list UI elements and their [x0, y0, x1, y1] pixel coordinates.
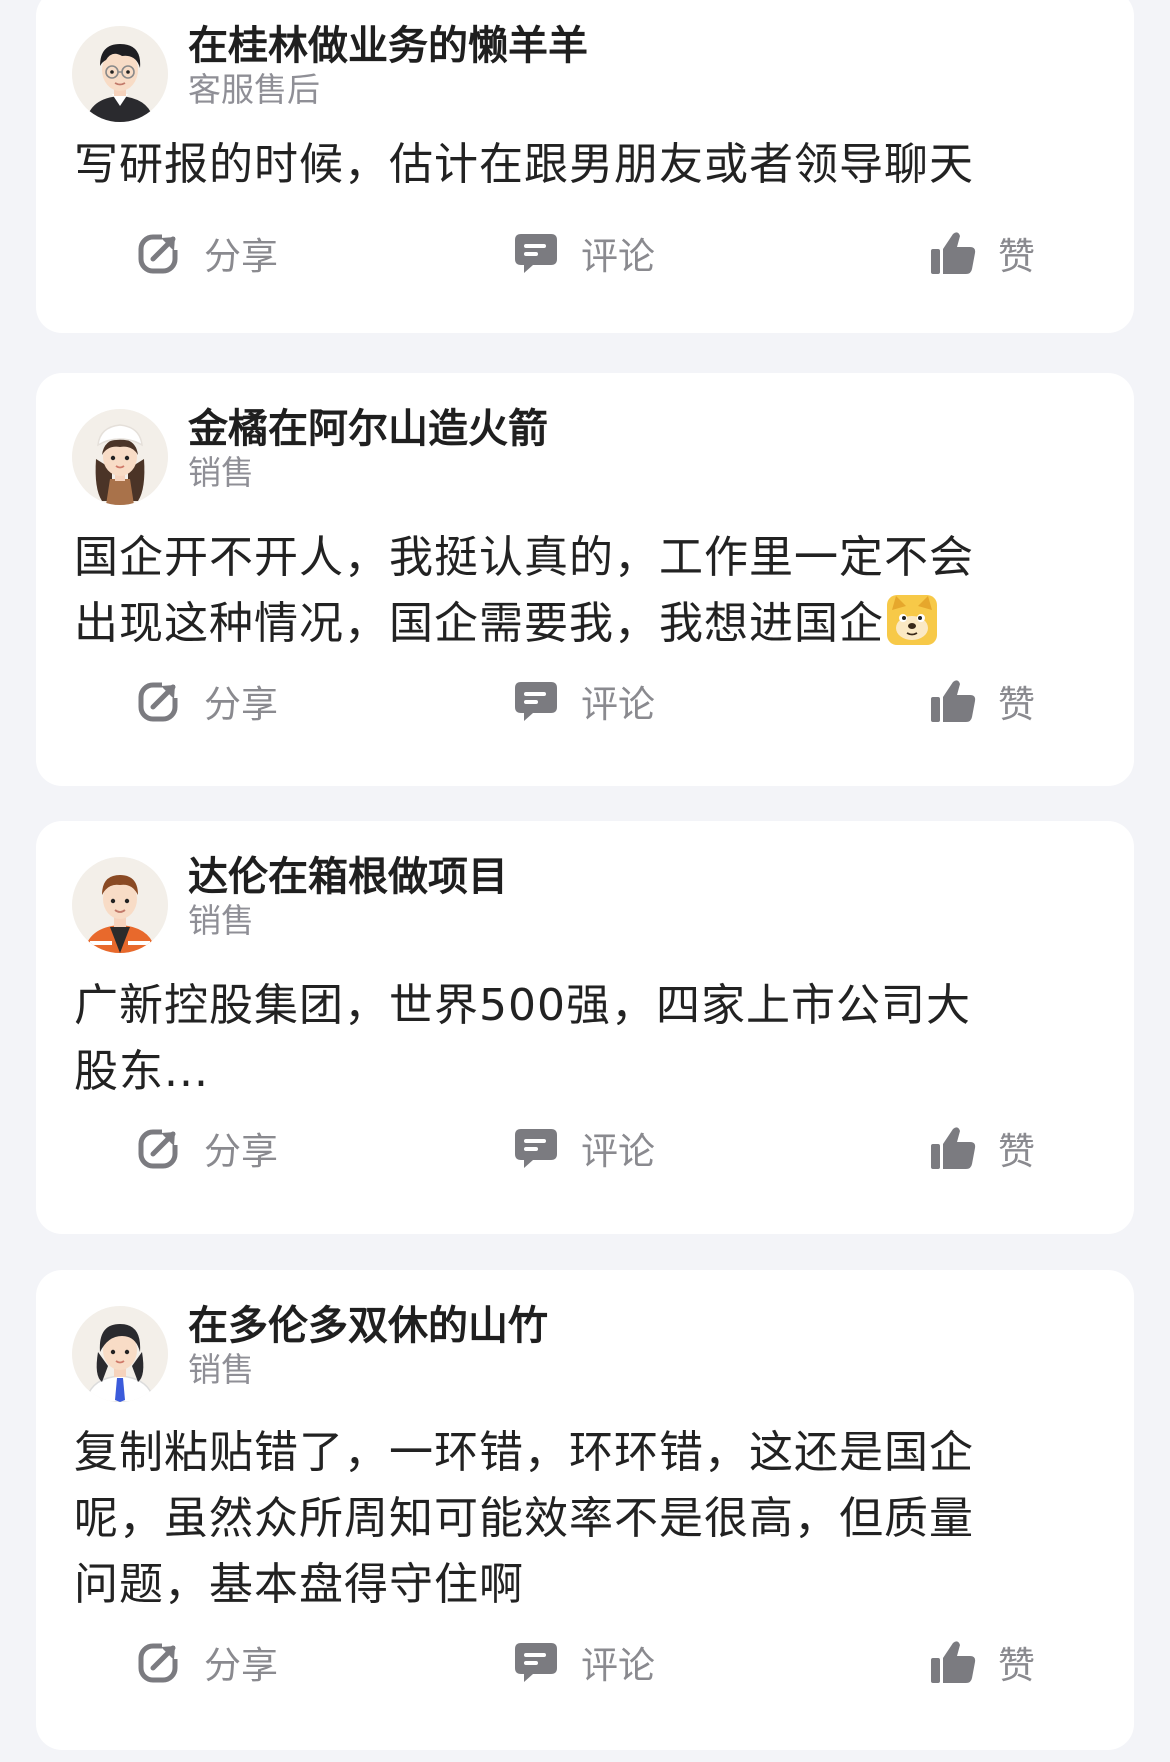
post-content[interactable]: 广新控股集团，世界500强，四家上市公司大 股东... [74, 973, 1064, 1105]
man-glasses-avatar-icon [72, 26, 168, 122]
comment-button[interactable]: 评论 [513, 671, 655, 731]
share-button[interactable]: 分享 [136, 1118, 278, 1178]
share-button[interactable]: 分享 [136, 223, 278, 283]
post-feed: 在桂林做业务的懒羊羊 客服售后 写研报的时候，估计在跟男朋友或者领导聊天 分享 … [0, 0, 1170, 1762]
comment-button[interactable]: 评论 [513, 223, 655, 283]
comment-icon [513, 1639, 559, 1685]
avatar[interactable] [72, 409, 168, 505]
post-content[interactable]: 写研报的时候，估计在跟男朋友或者领导聊天 [74, 132, 1064, 198]
user-role: 销售 [188, 1350, 254, 1389]
post-card[interactable]: 金橘在阿尔山造火箭 销售 国企开不开人，我挺认真的，工作里一定不会 出现这种情况… [36, 373, 1134, 786]
user-role: 销售 [188, 453, 254, 492]
post-card[interactable]: 在桂林做业务的懒羊羊 客服售后 写研报的时候，估计在跟男朋友或者领导聊天 分享 … [36, 0, 1134, 333]
thumbs-up-icon [930, 1125, 976, 1171]
comment-label: 评论 [581, 1130, 655, 1173]
like-label: 赞 [998, 1130, 1035, 1173]
avatar[interactable] [72, 1306, 168, 1402]
thumbs-up-icon [930, 678, 976, 724]
thumbs-up-icon [930, 230, 976, 276]
share-icon [136, 1125, 182, 1171]
avatar[interactable] [72, 857, 168, 953]
content-line: 写研报的时候，估计在跟男朋友或者领导聊天 [74, 139, 974, 190]
content-line: 复制粘贴错了，一环错，环环错，这还是国企 [74, 1427, 974, 1478]
avatar[interactable] [72, 26, 168, 122]
like-button[interactable]: 赞 [930, 223, 1035, 283]
user-name[interactable]: 在桂林做业务的懒羊羊 [188, 24, 588, 68]
share-label: 分享 [204, 1644, 278, 1687]
content-line: 股东... [74, 1046, 209, 1097]
like-button[interactable]: 赞 [930, 671, 1035, 731]
like-label: 赞 [998, 235, 1035, 278]
share-button[interactable]: 分享 [136, 671, 278, 731]
comment-label: 评论 [581, 1644, 655, 1687]
like-label: 赞 [998, 683, 1035, 726]
content-line: 国企开不开人，我挺认真的，工作里一定不会 [74, 532, 974, 583]
share-label: 分享 [204, 235, 278, 278]
share-icon [136, 678, 182, 724]
content-line: 问题，基本盘得守住啊 [74, 1559, 524, 1610]
content-line: 呢，虽然众所周知可能效率不是很高，但质量 [74, 1493, 974, 1544]
content-line-text: 出现这种情况，国企需要我，我想进国企 [74, 598, 884, 649]
post-content[interactable]: 复制粘贴错了，一环错，环环错，这还是国企 呢，虽然众所周知可能效率不是很高，但质… [74, 1420, 1064, 1618]
user-role: 销售 [188, 901, 254, 940]
doge-emoji-icon [886, 594, 938, 646]
comment-icon [513, 230, 559, 276]
post-card[interactable]: 在多伦多双休的山竹 销售 复制粘贴错了，一环错，环环错，这还是国企 呢，虽然众所… [36, 1270, 1134, 1750]
like-button[interactable]: 赞 [930, 1632, 1035, 1692]
comment-icon [513, 1125, 559, 1171]
share-icon [136, 1639, 182, 1685]
share-icon [136, 230, 182, 276]
comment-label: 评论 [581, 235, 655, 278]
share-button[interactable]: 分享 [136, 1632, 278, 1692]
thumbs-up-icon [930, 1639, 976, 1685]
post-card[interactable]: 达伦在箱根做项目 销售 广新控股集团，世界500强，四家上市公司大 股东... … [36, 821, 1134, 1234]
comment-label: 评论 [581, 683, 655, 726]
post-content[interactable]: 国企开不开人，我挺认真的，工作里一定不会 出现这种情况，国企需要我，我想进国企 [74, 525, 1064, 657]
user-name[interactable]: 金橘在阿尔山造火箭 [188, 407, 548, 451]
comment-button[interactable]: 评论 [513, 1632, 655, 1692]
girl-hat-avatar-icon [72, 409, 168, 505]
comment-button[interactable]: 评论 [513, 1118, 655, 1178]
share-label: 分享 [204, 1130, 278, 1173]
user-name[interactable]: 达伦在箱根做项目 [188, 855, 508, 899]
like-label: 赞 [998, 1644, 1035, 1687]
comment-icon [513, 678, 559, 724]
woman-suit-avatar-icon [72, 1306, 168, 1402]
content-line: 出现这种情况，国企需要我，我想进国企 [74, 591, 1064, 657]
share-label: 分享 [204, 683, 278, 726]
content-line: 广新控股集团，世界500强，四家上市公司大 [74, 980, 971, 1031]
like-button[interactable]: 赞 [930, 1118, 1035, 1178]
worker-orange-jacket-avatar-icon [72, 857, 168, 953]
user-name[interactable]: 在多伦多双休的山竹 [188, 1304, 548, 1348]
user-role: 客服售后 [188, 70, 320, 109]
